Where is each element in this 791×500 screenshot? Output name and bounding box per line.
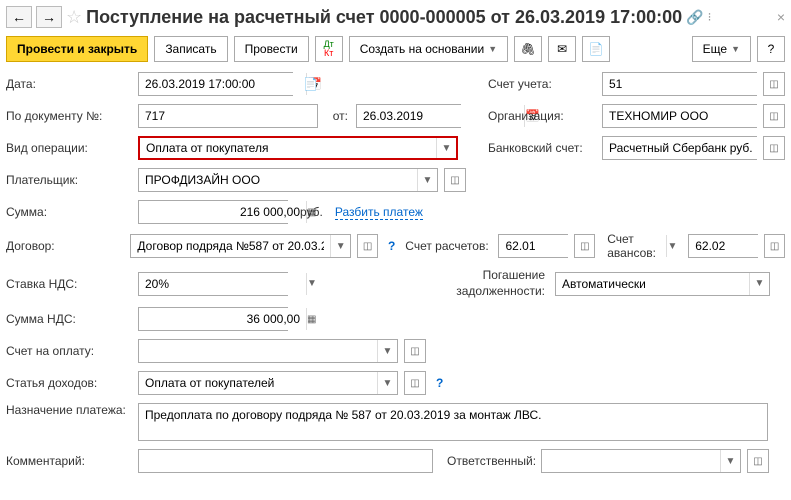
vat-rate-label: Ставка НДС: [6,277,134,291]
invoice-label: Счет на оплату: [6,344,134,358]
bank-account-label: Банковский счет: [488,141,598,155]
comment-input[interactable] [139,450,432,472]
doc-number-input[interactable] [139,105,317,127]
chevron-down-icon: ▼ [488,44,497,54]
operation-type-input[interactable] [140,138,436,158]
open-button[interactable]: ◫ [763,136,785,160]
comment-label: Комментарий: [6,454,134,468]
attach-button[interactable]: 🖇 [514,36,542,62]
vat-sum-input[interactable] [139,308,306,330]
dropdown-icon[interactable]: ▼ [377,340,397,362]
settlement-account-label: Счет расчетов: [405,239,494,253]
write-button[interactable]: Записать [154,36,227,62]
open-button[interactable]: ◫ [357,234,378,258]
calc-icon[interactable]: ▦ [306,308,316,330]
contract-input[interactable] [131,235,330,257]
organization-label: Организация: [488,109,598,123]
income-item-label: Статья доходов: [6,376,134,390]
print-button[interactable]: 📄 [582,36,610,62]
nav-back-button[interactable]: ← [6,6,32,28]
help-icon[interactable]: ? [388,239,395,253]
advance-account-label: Счет авансов: [599,232,684,260]
account-label: Счет учета: [488,77,598,91]
vat-rate-input[interactable] [139,273,306,295]
vat-sum-label: Сумма НДС: [6,312,134,326]
dropdown-icon[interactable]: ▼ [417,169,437,191]
payer-label: Плательщик: [6,173,134,187]
dropdown-icon[interactable]: ▼ [749,273,769,295]
open-button[interactable]: ◫ [747,449,769,473]
from-label: от: [322,109,352,123]
responsible-input[interactable] [542,450,720,472]
doc-number-label: По документу №: [6,109,134,123]
invoice-input[interactable] [139,340,377,362]
create-based-button[interactable]: Создать на основании ▼ [349,36,508,62]
close-icon[interactable]: × [777,9,785,25]
open-button[interactable]: ◫ [764,234,785,258]
email-button[interactable]: ✉ [548,36,576,62]
open-button[interactable]: ◫ [574,234,595,258]
dt-kt-button[interactable]: ДтКт [315,36,343,62]
rub-label: руб. [300,205,323,219]
status-icon: 📄 [303,77,318,91]
payment-purpose-input[interactable] [139,404,767,440]
contract-label: Договор: [6,239,126,253]
open-button[interactable]: ◫ [404,339,426,363]
dropdown-icon[interactable]: ▼ [436,138,456,158]
bank-account-input[interactable] [603,137,770,159]
date-label: Дата: [6,77,134,91]
favorite-star-icon[interactable]: ☆ [66,7,82,28]
page-title: Поступление на расчетный счет 0000-00000… [86,7,682,28]
dropdown-icon[interactable]: ▼ [377,372,397,394]
link-icon[interactable]: 🔗 [686,9,703,26]
payment-purpose-label: Назначение платежа: [6,403,134,419]
open-button[interactable]: ◫ [763,72,785,96]
more-button[interactable]: Еще ▼ [692,36,751,62]
dropdown-icon[interactable]: ▼ [306,273,317,295]
organization-input[interactable] [603,105,770,127]
help-icon[interactable]: ? [436,376,443,390]
account-input[interactable] [603,73,770,95]
date-input[interactable] [139,73,306,95]
post-and-close-button[interactable]: Провести и закрыть [6,36,148,62]
dropdown-icon[interactable]: ▼ [330,235,350,257]
split-payment-link[interactable]: Разбить платеж [335,205,423,220]
help-button[interactable]: ? [757,36,785,62]
responsible-label: Ответственный: [437,454,537,468]
payer-input[interactable] [139,169,417,191]
dropdown-icon[interactable]: ▼ [720,450,740,472]
open-button[interactable]: ◫ [404,371,426,395]
debt-repayment-input[interactable] [556,273,749,295]
operation-type-label: Вид операции: [6,141,134,155]
sum-label: Сумма: [6,205,134,219]
nav-forward-button[interactable]: → [36,6,62,28]
sum-input[interactable] [139,201,306,223]
chevron-down-icon: ▼ [731,44,740,54]
income-item-input[interactable] [139,372,377,394]
debt-repayment-label: Погашение задолженности: [431,268,551,299]
post-button[interactable]: Провести [234,36,309,62]
open-button[interactable]: ◫ [763,104,785,128]
open-button[interactable]: ◫ [444,168,466,192]
attach-icon[interactable]: ⁝ [708,10,712,24]
